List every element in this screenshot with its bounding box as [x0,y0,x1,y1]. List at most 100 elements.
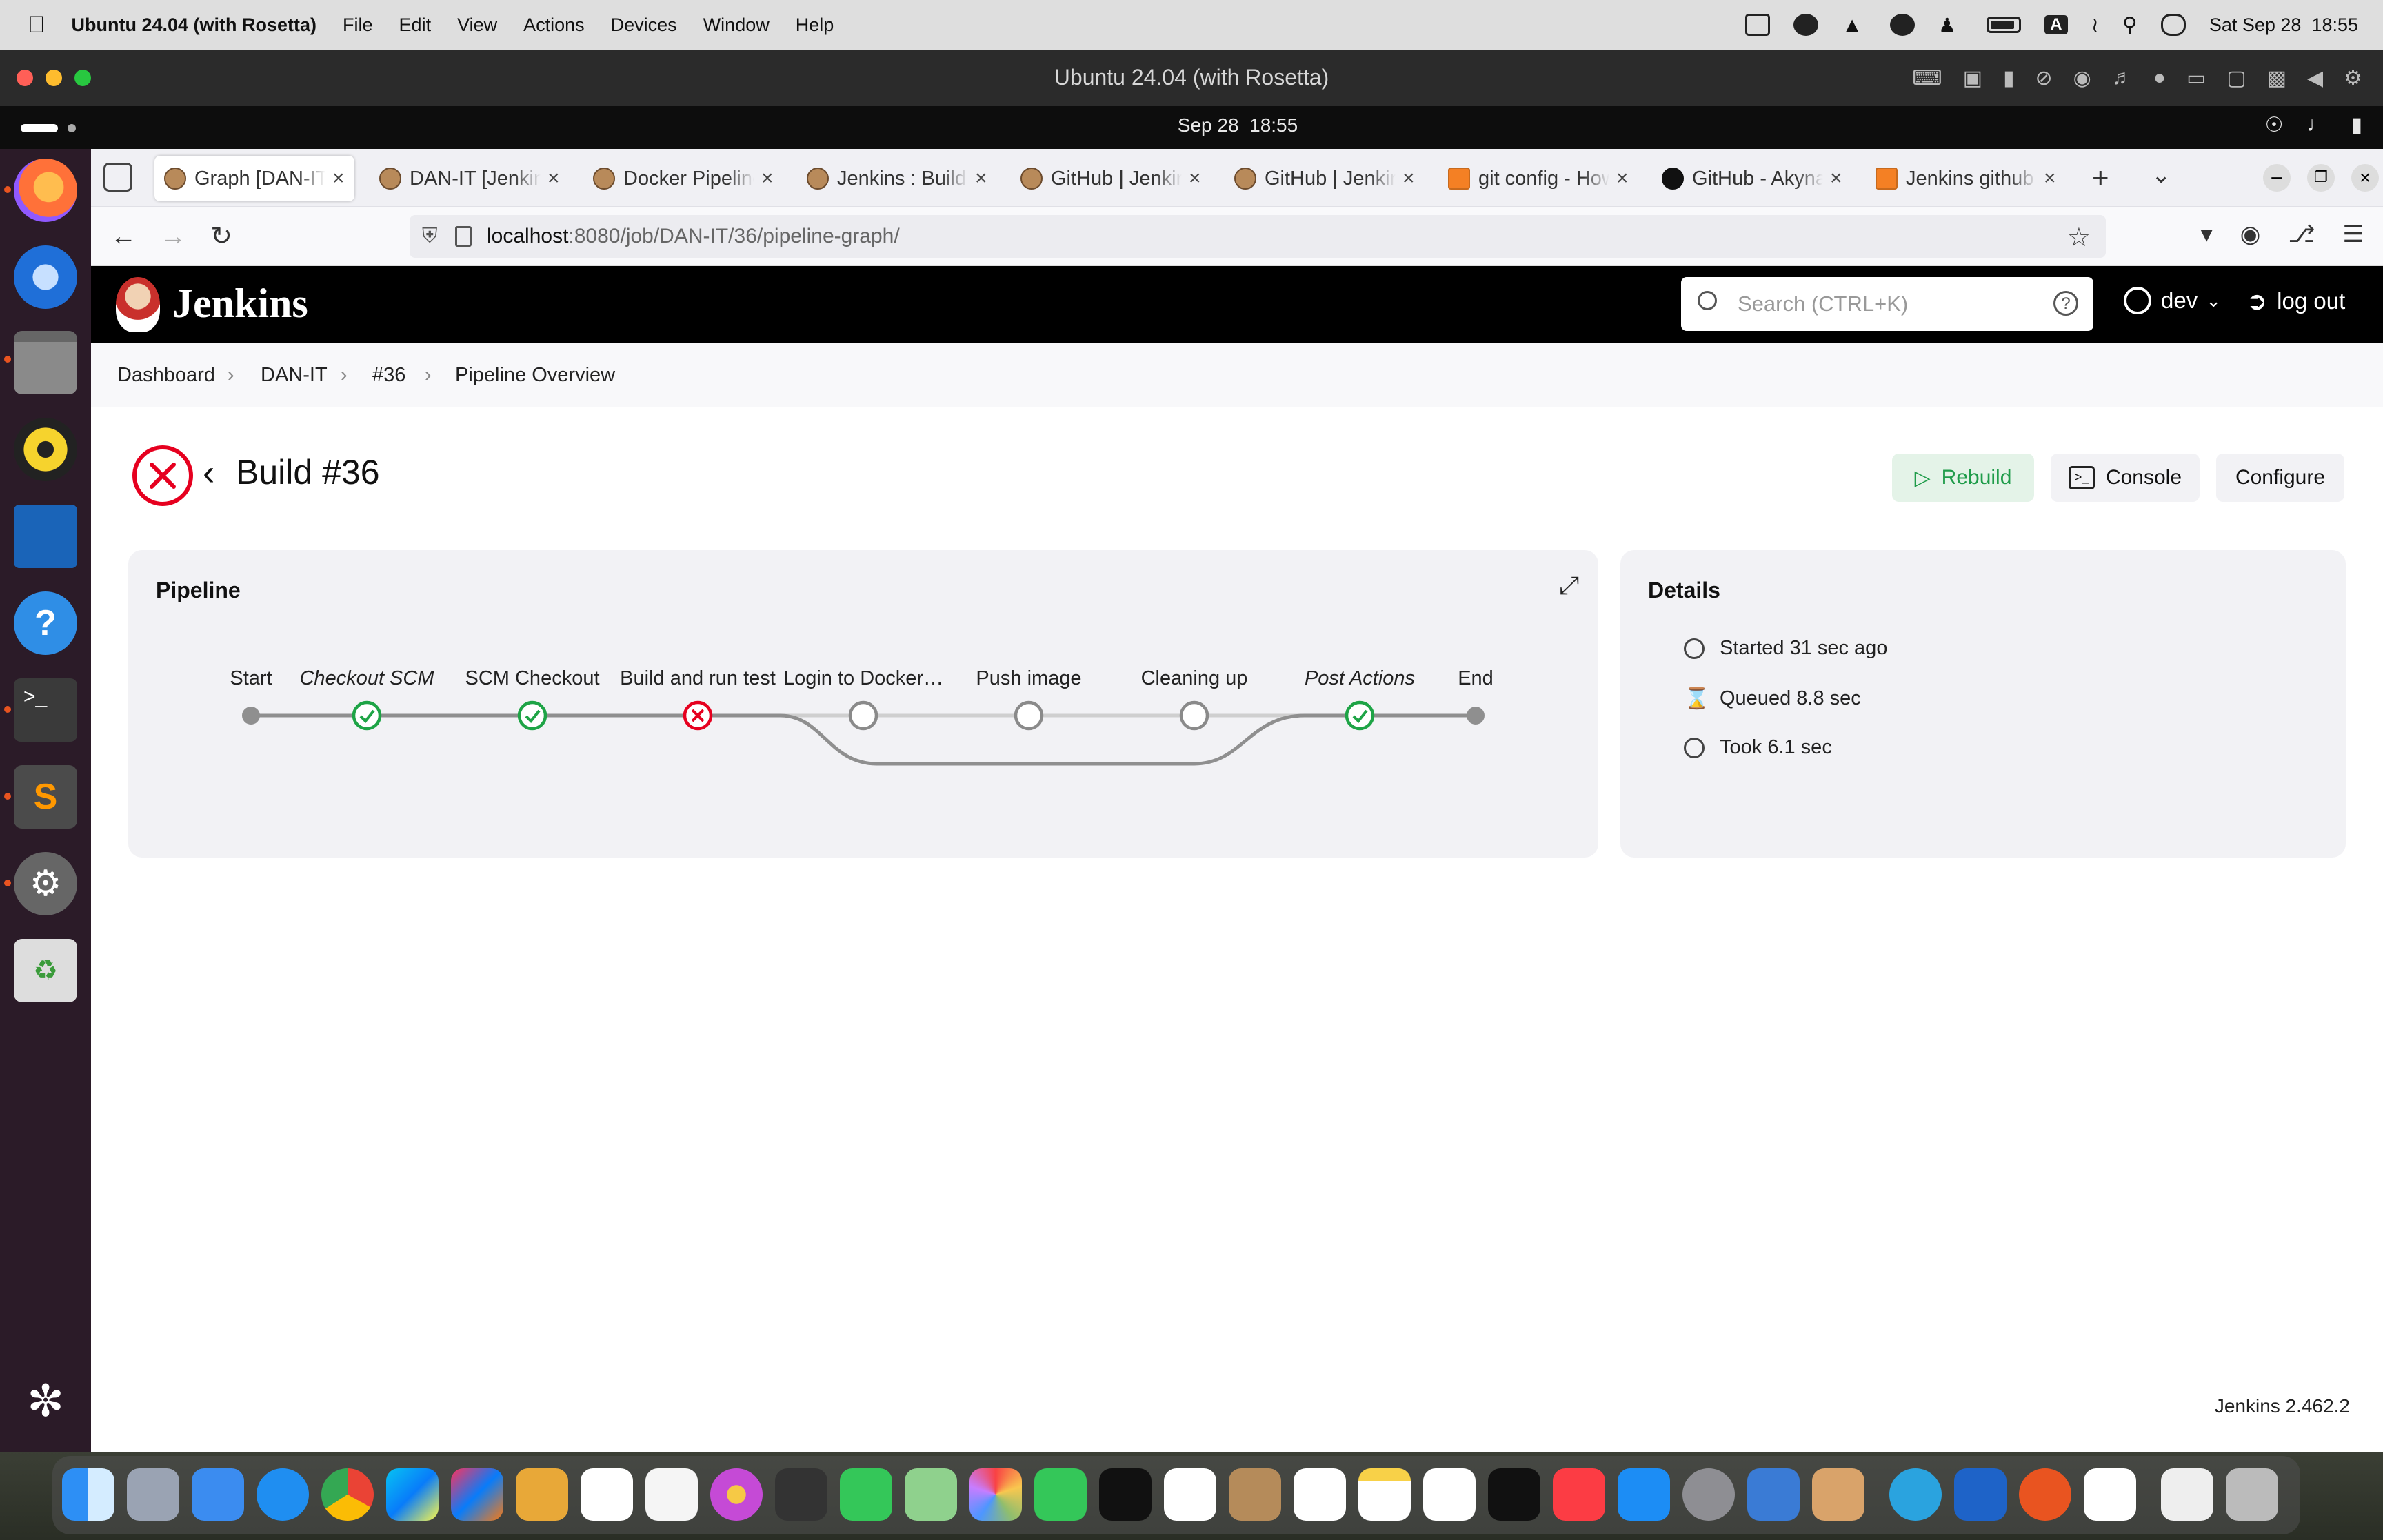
volume-icon[interactable]: ♬ [2112,66,2133,90]
menu-actions[interactable]: Actions [523,14,585,36]
play-icon[interactable] [1890,14,1916,36]
textedit-icon[interactable] [645,1468,698,1521]
calendar-icon[interactable] [1164,1468,1216,1521]
telegram-icon[interactable] [1889,1468,1942,1521]
bookmark-star-icon[interactable]: ☆ [2067,222,2091,253]
people-icon[interactable]: ♟ [1938,14,1963,36]
battery-icon[interactable] [1987,17,2022,33]
app-store-icon[interactable] [1618,1468,1670,1521]
finder-icon[interactable] [62,1468,114,1521]
menu-help[interactable]: Help [796,14,834,36]
list-tabs-icon[interactable]: ⌄ [2151,161,2171,189]
xcode-icon[interactable] [1747,1468,1800,1521]
screen-mirror-icon[interactable] [1745,14,1771,36]
stage-node-login-to-docker[interactable] [848,700,878,731]
terminal-icon[interactable]: >_ [14,678,77,742]
thunderbird-icon[interactable] [14,245,77,309]
trash-icon[interactable] [2226,1468,2278,1521]
spotlight-search-icon[interactable]: ⚲ [2122,13,2138,37]
network-off-icon[interactable]: ⊘ [2035,66,2052,90]
input-source-icon[interactable]: A [2044,15,2068,34]
globe-icon[interactable]: ◉ [2073,66,2091,90]
help-icon[interactable]: ? [14,591,77,655]
pocket-icon[interactable]: ▾ [2201,221,2213,248]
flower-app-icon[interactable] [710,1468,763,1521]
trash-icon[interactable]: ♻ [14,939,77,1002]
close-tab-icon[interactable]: × [1830,167,1842,190]
terminal-icon[interactable] [1099,1468,1152,1521]
navigation-icon[interactable] [1793,14,1819,36]
logout-link[interactable]: ➲ log out [2246,287,2345,316]
safari-icon[interactable] [257,1468,309,1521]
system-settings-icon[interactable] [1682,1468,1735,1521]
close-browser-icon[interactable]: × [2351,164,2379,192]
restore-icon[interactable]: ❐ [2307,164,2335,192]
menu-file[interactable]: File [343,14,373,36]
menu-edit[interactable]: Edit [399,14,432,36]
show-apps-icon[interactable]: ✼ [14,1369,77,1432]
vscode-icon[interactable] [2084,1468,2136,1521]
jenkins-version-link[interactable]: Jenkins 2.462.2 [2215,1395,2350,1417]
microphone-icon[interactable]: ● [2153,66,2166,90]
search-input[interactable]: Search (CTRL+K) ? [1681,277,2093,331]
sequel-icon[interactable] [516,1468,568,1521]
menu-view[interactable]: View [457,14,497,36]
slack-icon[interactable] [581,1468,633,1521]
firefox-icon[interactable] [14,159,77,222]
disk-icon[interactable]: ▭ [2186,66,2206,90]
camera-icon[interactable]: ▢ [2226,66,2246,90]
launchpad-icon[interactable] [127,1468,179,1521]
hamburger-menu-icon[interactable]: ☰ [2343,221,2364,248]
display-icon[interactable]: ▩ [2267,66,2286,90]
files-icon[interactable] [14,331,77,394]
stage-node-checkout-scm[interactable] [352,700,382,731]
rhythmbox-icon[interactable] [14,418,77,481]
facetime-icon[interactable] [1034,1468,1087,1521]
chrome-icon[interactable] [321,1468,374,1521]
apple-tv-icon[interactable] [1488,1468,1540,1521]
extensions-icon[interactable]: ⎇ [2288,221,2315,248]
ubuntu-clock[interactable]: Sep 28 18:55 [0,114,2383,136]
stage-node-push-image[interactable] [1014,700,1044,731]
help-circle-icon[interactable]: ? [2053,291,2078,316]
tab-github-akyna[interactable]: GitHub - Akyna × [1662,156,1862,201]
sublime-text-icon[interactable]: S [14,765,77,829]
ubuntu-status-icons[interactable]: ☉ ♩ ▮ [2265,113,2362,137]
user-menu[interactable]: dev ⌄ [2124,287,2221,314]
apple-icon[interactable]:  [28,12,46,39]
iphone-mirroring-icon[interactable] [1812,1468,1864,1521]
menubar-clock[interactable]: Sat Sep 28 18:55 [2209,14,2358,36]
stage-node-cleaning-up[interactable] [1179,700,1209,731]
new-tab-icon[interactable]: + [2092,161,2109,194]
music-icon[interactable] [1553,1468,1605,1521]
usb-icon[interactable]: ▮ [2003,66,2015,90]
account-icon[interactable]: ◉ [2240,221,2261,248]
messages-icon[interactable] [840,1468,892,1521]
cpu-icon[interactable]: ▣ [1963,66,1982,90]
intellij-icon[interactable] [451,1468,503,1521]
freeform-icon[interactable] [1423,1468,1476,1521]
remote-desktop-icon[interactable] [1954,1468,2007,1521]
ubuntu-vm-icon[interactable] [2019,1468,2071,1521]
arrow-left-icon[interactable]: ◀ [2307,66,2323,90]
stage-node-scm-checkout[interactable] [517,700,547,731]
close-tab-icon[interactable]: × [2044,167,2056,190]
console-button[interactable]: >_ Console [2051,454,2200,502]
contacts-icon[interactable] [1229,1468,1281,1521]
downloads-icon[interactable] [2161,1468,2213,1521]
menu-window[interactable]: Window [703,14,770,36]
mail-icon[interactable] [192,1468,244,1521]
calculator-icon[interactable] [775,1468,827,1521]
maps-icon[interactable] [905,1468,957,1521]
rebuild-button[interactable]: ▷ Rebuild [1892,454,2034,502]
menubar-app-name[interactable]: Ubuntu 24.04 (with Rosetta) [72,14,317,36]
configure-button[interactable]: Configure [2216,454,2344,502]
wifi-icon[interactable]: ≀ [2091,13,2099,37]
control-center-icon[interactable] [2160,14,2186,36]
notes-icon[interactable] [1358,1468,1411,1521]
libreoffice-writer-icon[interactable] [14,505,77,568]
stage-node-build-and-run-test[interactable] [683,700,713,731]
photos-icon[interactable] [969,1468,1022,1521]
reminders-icon[interactable] [1294,1468,1346,1521]
minimize-icon[interactable]: – [2263,164,2291,192]
